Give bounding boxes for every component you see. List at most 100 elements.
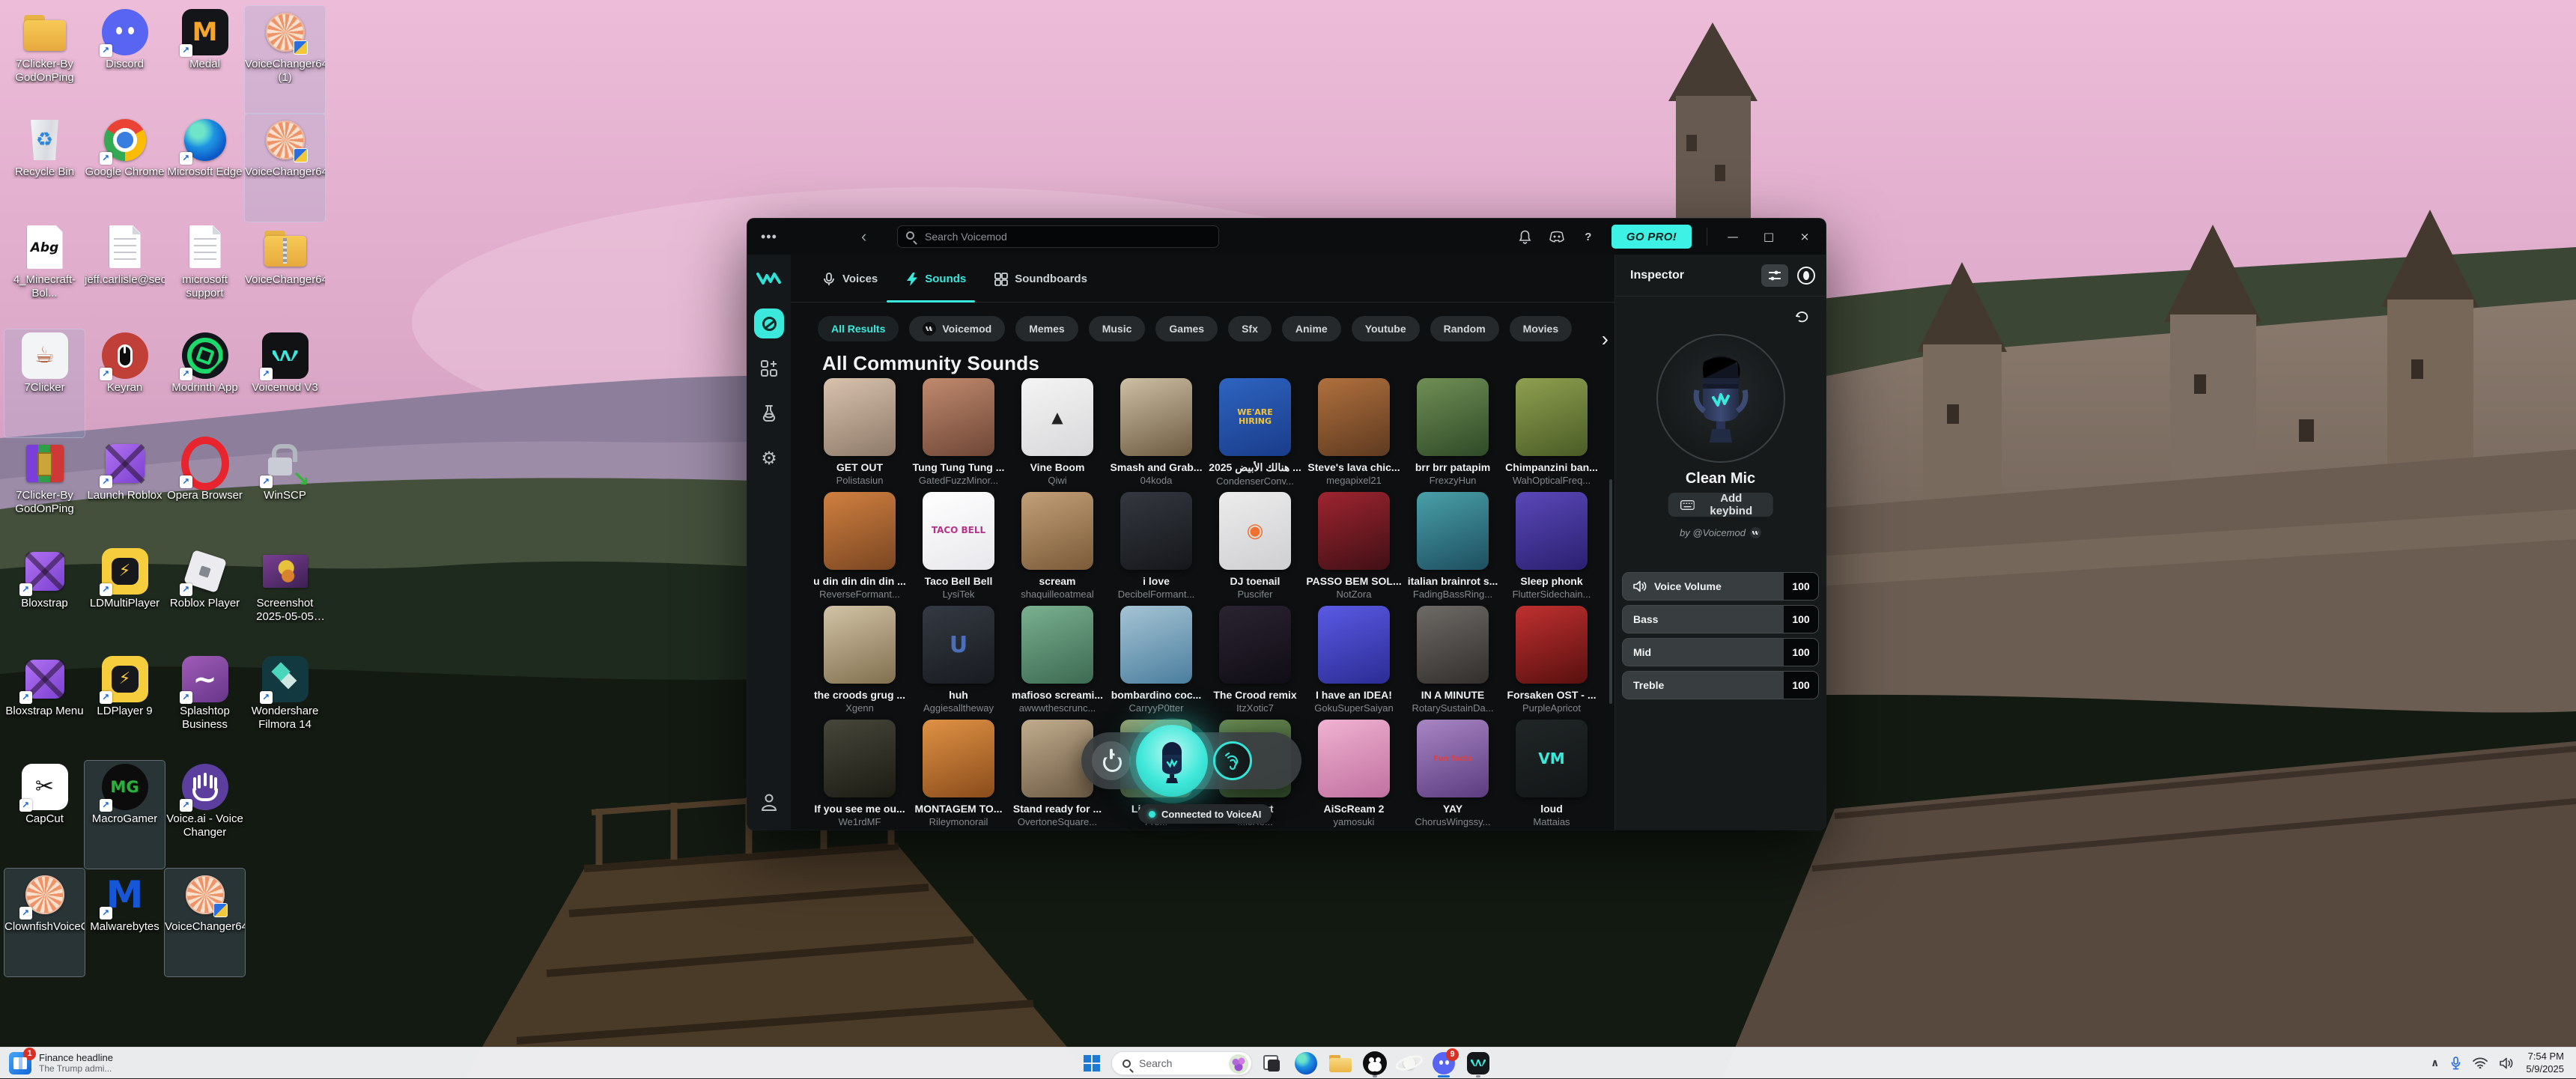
notifications-bell-icon[interactable] <box>1517 228 1534 245</box>
sound-thumbnail[interactable]: VM <box>1516 720 1588 797</box>
sound-tile[interactable]: scream shaquilleoatmeal <box>1008 492 1107 606</box>
desktop-icon[interactable]: ⚡ LDMultiPlayer <box>85 545 165 653</box>
sound-thumbnail[interactable]: Fun facts <box>1417 720 1489 797</box>
sound-tile[interactable]: GET OUT Polistasiun <box>810 378 909 492</box>
inspector-record-toggle[interactable] <box>1797 267 1815 285</box>
desktop-icon[interactable]: M Medal <box>165 6 245 114</box>
desktop-icon[interactable]: VoiceChanger64(... (1) <box>245 6 325 114</box>
taskbar-icon[interactable] <box>1291 1048 1321 1078</box>
sound-tile[interactable]: Chimpanzini ban... WahOpticalFreq... <box>1502 378 1601 492</box>
sound-tile[interactable]: U huh Aggiesalltheway <box>909 606 1008 720</box>
taskbar-icon[interactable] <box>1360 1048 1390 1078</box>
tray-expand-icon[interactable]: ∧ <box>2431 1057 2439 1069</box>
back-icon[interactable]: ‹ <box>861 227 876 246</box>
filter-chip[interactable]: Sfx <box>1228 316 1272 341</box>
tab[interactable]: Soundboards <box>994 273 1087 297</box>
sound-tile[interactable]: Sleep phonk FlutterSidechain... <box>1502 492 1601 606</box>
sound-tile[interactable]: I have an IDEA! GokuSuperSaiyan <box>1304 606 1403 720</box>
sound-thumbnail[interactable]: U <box>923 606 994 684</box>
sound-thumbnail[interactable] <box>824 492 896 570</box>
desktop-icon[interactable]: ⚡ LDPlayer 9 <box>85 653 165 761</box>
sound-thumbnail[interactable] <box>1516 606 1588 684</box>
desktop-icon[interactable]: Opera Browser <box>165 437 245 545</box>
sidebar-item-voicelab[interactable] <box>754 398 784 428</box>
volume-icon[interactable] <box>2500 1057 2514 1069</box>
desktop-icon[interactable]: ☕ 7Clicker <box>4 329 85 437</box>
desktop-icon[interactable]: Wondershare Filmora 14 <box>245 653 325 761</box>
desktop-icon[interactable]: ↘ WinSCP <box>245 437 325 545</box>
desktop-icon[interactable]: Abg 4_Minecraft-Bol... <box>4 222 85 329</box>
window-menu-icon[interactable]: ••• <box>761 229 783 245</box>
sound-tile[interactable]: TACO BELL Taco Bell Bell LysiTek <box>909 492 1008 606</box>
sound-tile[interactable]: Fun facts YAY ChorusWingssy... <box>1403 720 1502 830</box>
sound-tile[interactable]: Steve's lava chic... megapixel21 <box>1304 378 1403 492</box>
desktop-icon[interactable]: Roblox Player <box>165 545 245 653</box>
sound-thumbnail[interactable] <box>1318 492 1390 570</box>
filter-chip[interactable]: Youtube <box>1352 316 1420 341</box>
filter-chip[interactable]: Memes <box>1015 316 1078 341</box>
add-keybind-button[interactable]: Add keybind <box>1668 493 1773 517</box>
sound-thumbnail[interactable] <box>1120 492 1192 570</box>
sound-tile[interactable]: i love DecibelFormant... <box>1107 492 1206 606</box>
sidebar-item-voicebox[interactable] <box>754 308 784 338</box>
sound-tile[interactable]: WE'ARE HIRING 2025 هنالك الأبيض ... Cond… <box>1206 378 1304 492</box>
go-pro-button[interactable]: GO PRO! <box>1611 225 1692 249</box>
inspector-sliders-toggle[interactable] <box>1761 264 1788 287</box>
sound-tile[interactable]: ▲ Vine Boom Qiwi <box>1008 378 1107 492</box>
sound-thumbnail[interactable]: ◉ <box>1219 492 1291 570</box>
start-button[interactable] <box>1077 1048 1107 1078</box>
taskbar-icon[interactable] <box>1257 1048 1287 1078</box>
sound-thumbnail[interactable] <box>824 378 896 456</box>
sound-tile[interactable]: PASSO BEM SOL... NotZora <box>1304 492 1403 606</box>
sound-tile[interactable]: ◉ DJ toenail Puscifer <box>1206 492 1304 606</box>
desktop-icon[interactable]: Bloxstrap Menu <box>4 653 85 761</box>
wifi-icon[interactable] <box>2473 1057 2488 1069</box>
sound-tile[interactable]: The Crood remix ItzXotic7 <box>1206 606 1304 720</box>
sound-tile[interactable]: IN A MINUTE RotarySustainDa... <box>1403 606 1502 720</box>
sound-tile[interactable]: Smash and Grab... 04koda <box>1107 378 1206 492</box>
chips-scroll-right-icon[interactable]: › <box>1579 326 1609 353</box>
desktop-icon[interactable]: ♻ Recycle Bin <box>4 114 85 222</box>
sound-thumbnail[interactable] <box>1318 378 1390 456</box>
desktop-icon[interactable]: Microsoft Edge <box>165 114 245 222</box>
filter-chip[interactable]: Games <box>1155 316 1218 341</box>
search-input[interactable] <box>897 225 1219 248</box>
sound-tile[interactable]: mafioso screami... awwwthescrunc... <box>1008 606 1107 720</box>
sound-tile[interactable]: italian brainrot s... FadingBassRing... <box>1403 492 1502 606</box>
sound-tile[interactable]: u din din din din ... ReverseFormant... <box>810 492 909 606</box>
filter-chip[interactable]: All Results <box>818 316 899 341</box>
maximize-button[interactable]: □ <box>1758 230 1779 243</box>
sound-thumbnail[interactable] <box>824 606 896 684</box>
sound-thumbnail[interactable] <box>1417 606 1489 684</box>
desktop-icon[interactable]: MG MacroGamer <box>85 761 165 869</box>
widgets-button[interactable]: 1 Finance headline The Trump admi... <box>0 1052 225 1075</box>
sound-thumbnail[interactable] <box>923 720 994 797</box>
sidebar-item-soundboard-builder[interactable] <box>754 353 784 383</box>
scrollbar-thumb[interactable] <box>1609 479 1612 704</box>
voice-power-button[interactable] <box>1092 741 1131 780</box>
clock[interactable]: 7:54 PM 5/9/2025 <box>2526 1051 2564 1076</box>
desktop-icon[interactable]: Keyran <box>85 329 165 437</box>
filter-chip[interactable]: Music <box>1089 316 1146 341</box>
sound-thumbnail[interactable] <box>1021 492 1093 570</box>
desktop-icon[interactable]: VoiceChanger64(... <box>165 869 245 976</box>
reset-icon[interactable] <box>1796 311 1809 327</box>
desktop-icon[interactable]: VoiceChanger64f(... <box>245 114 325 222</box>
sound-thumbnail[interactable] <box>1318 720 1390 797</box>
sound-thumbnail[interactable] <box>1120 378 1192 456</box>
sound-tile[interactable]: Forsaken OST - ... PurpleApricot <box>1502 606 1601 720</box>
sound-tile[interactable]: Tung Tung Tung ... GatedFuzzMinor... <box>909 378 1008 492</box>
taskbar-icon[interactable] <box>1325 1048 1355 1078</box>
desktop-icon[interactable]: M Malwarebytes <box>85 869 165 976</box>
sound-tile[interactable]: the croods grug ... Xgenn <box>810 606 909 720</box>
sidebar-item-settings[interactable]: ⚙ <box>754 443 784 473</box>
desktop-icon[interactable]: microsoft support <box>165 222 245 329</box>
sound-thumbnail[interactable]: TACO BELL <box>923 492 994 570</box>
filter-chip[interactable]: Anime <box>1282 316 1341 341</box>
taskbar-icon[interactable] <box>1394 1048 1424 1078</box>
sound-thumbnail[interactable]: WE'ARE HIRING <box>1219 378 1291 456</box>
sound-tile[interactable]: AiScReam 2 yamosuki <box>1304 720 1403 830</box>
voice-slider[interactable]: Mid 100 <box>1623 639 1818 666</box>
sound-thumbnail[interactable] <box>923 378 994 456</box>
desktop-icon[interactable]: ~ Splashtop Business <box>165 653 245 761</box>
